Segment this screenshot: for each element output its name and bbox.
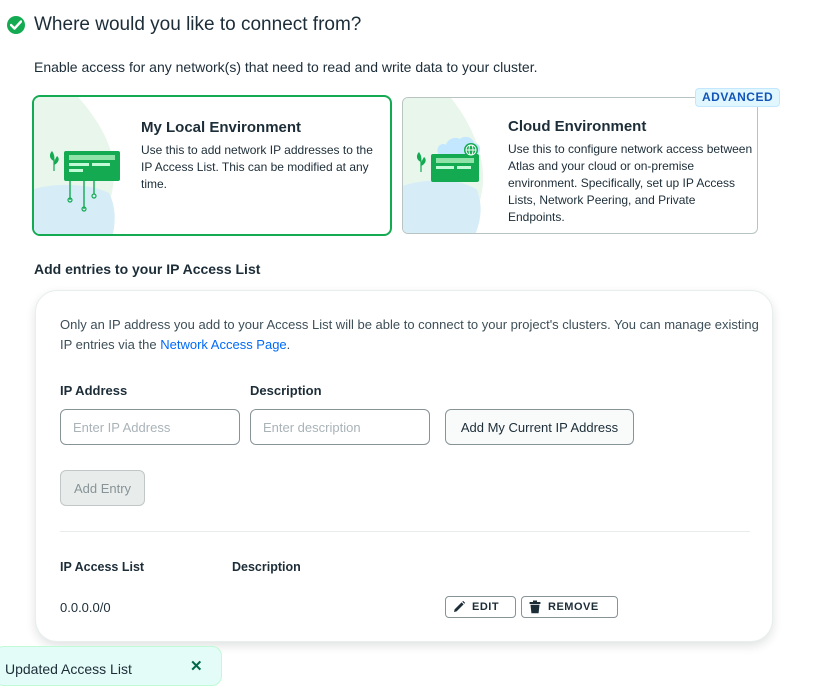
description-input[interactable]: [250, 409, 430, 445]
remove-button[interactable]: REMOVE: [521, 596, 618, 618]
add-current-ip-button[interactable]: Add My Current IP Address: [445, 409, 634, 445]
network-access-page-link[interactable]: Network Access Page: [160, 337, 286, 352]
success-check-icon: [7, 16, 25, 34]
divider: [60, 531, 750, 532]
pencil-icon: [454, 600, 466, 612]
ip-access-list-column-header: IP Access List: [60, 560, 145, 574]
access-list-panel: Only an IP address you add to your Acces…: [35, 290, 773, 642]
local-environment-title: My Local Environment: [141, 119, 302, 136]
page-title: Where would you like to connect from?: [34, 14, 362, 35]
remove-button-label: REMOVE: [548, 601, 599, 613]
ip-entry-value: 0.0.0.0/0: [60, 600, 111, 615]
local-environment-illustration: [34, 97, 120, 234]
add-entry-button[interactable]: Add Entry: [60, 470, 145, 506]
toast-message: Updated Access List: [5, 661, 132, 677]
description-column-header: Description: [232, 560, 301, 574]
cloud-environment-title: Cloud Environment: [508, 118, 647, 135]
page-subtitle: Enable access for any network(s) that ne…: [34, 59, 538, 75]
cloud-environment-card[interactable]: Cloud Environment Use this to configure …: [402, 97, 758, 234]
description-label: Description: [250, 383, 322, 398]
edit-button-label: EDIT: [472, 601, 500, 613]
toast-notification: Updated Access List ✕: [0, 646, 222, 686]
cloud-environment-illustration: [403, 98, 484, 233]
edit-button[interactable]: EDIT: [445, 596, 516, 618]
access-list-info: Only an IP address you add to your Acces…: [60, 315, 760, 355]
cloud-environment-description: Use this to configure network access bet…: [508, 142, 753, 224]
trash-icon: [529, 600, 541, 614]
advanced-badge: ADVANCED: [695, 88, 781, 107]
ip-address-label: IP Address: [60, 383, 128, 398]
local-environment-card[interactable]: My Local Environment Use this to add net…: [32, 95, 392, 236]
info-text-suffix: .: [286, 337, 291, 352]
ip-address-input[interactable]: [60, 409, 240, 445]
access-list-section-title: Add entries to your IP Access List: [34, 261, 261, 277]
local-environment-description: Use this to add network IP addresses to …: [141, 143, 373, 191]
